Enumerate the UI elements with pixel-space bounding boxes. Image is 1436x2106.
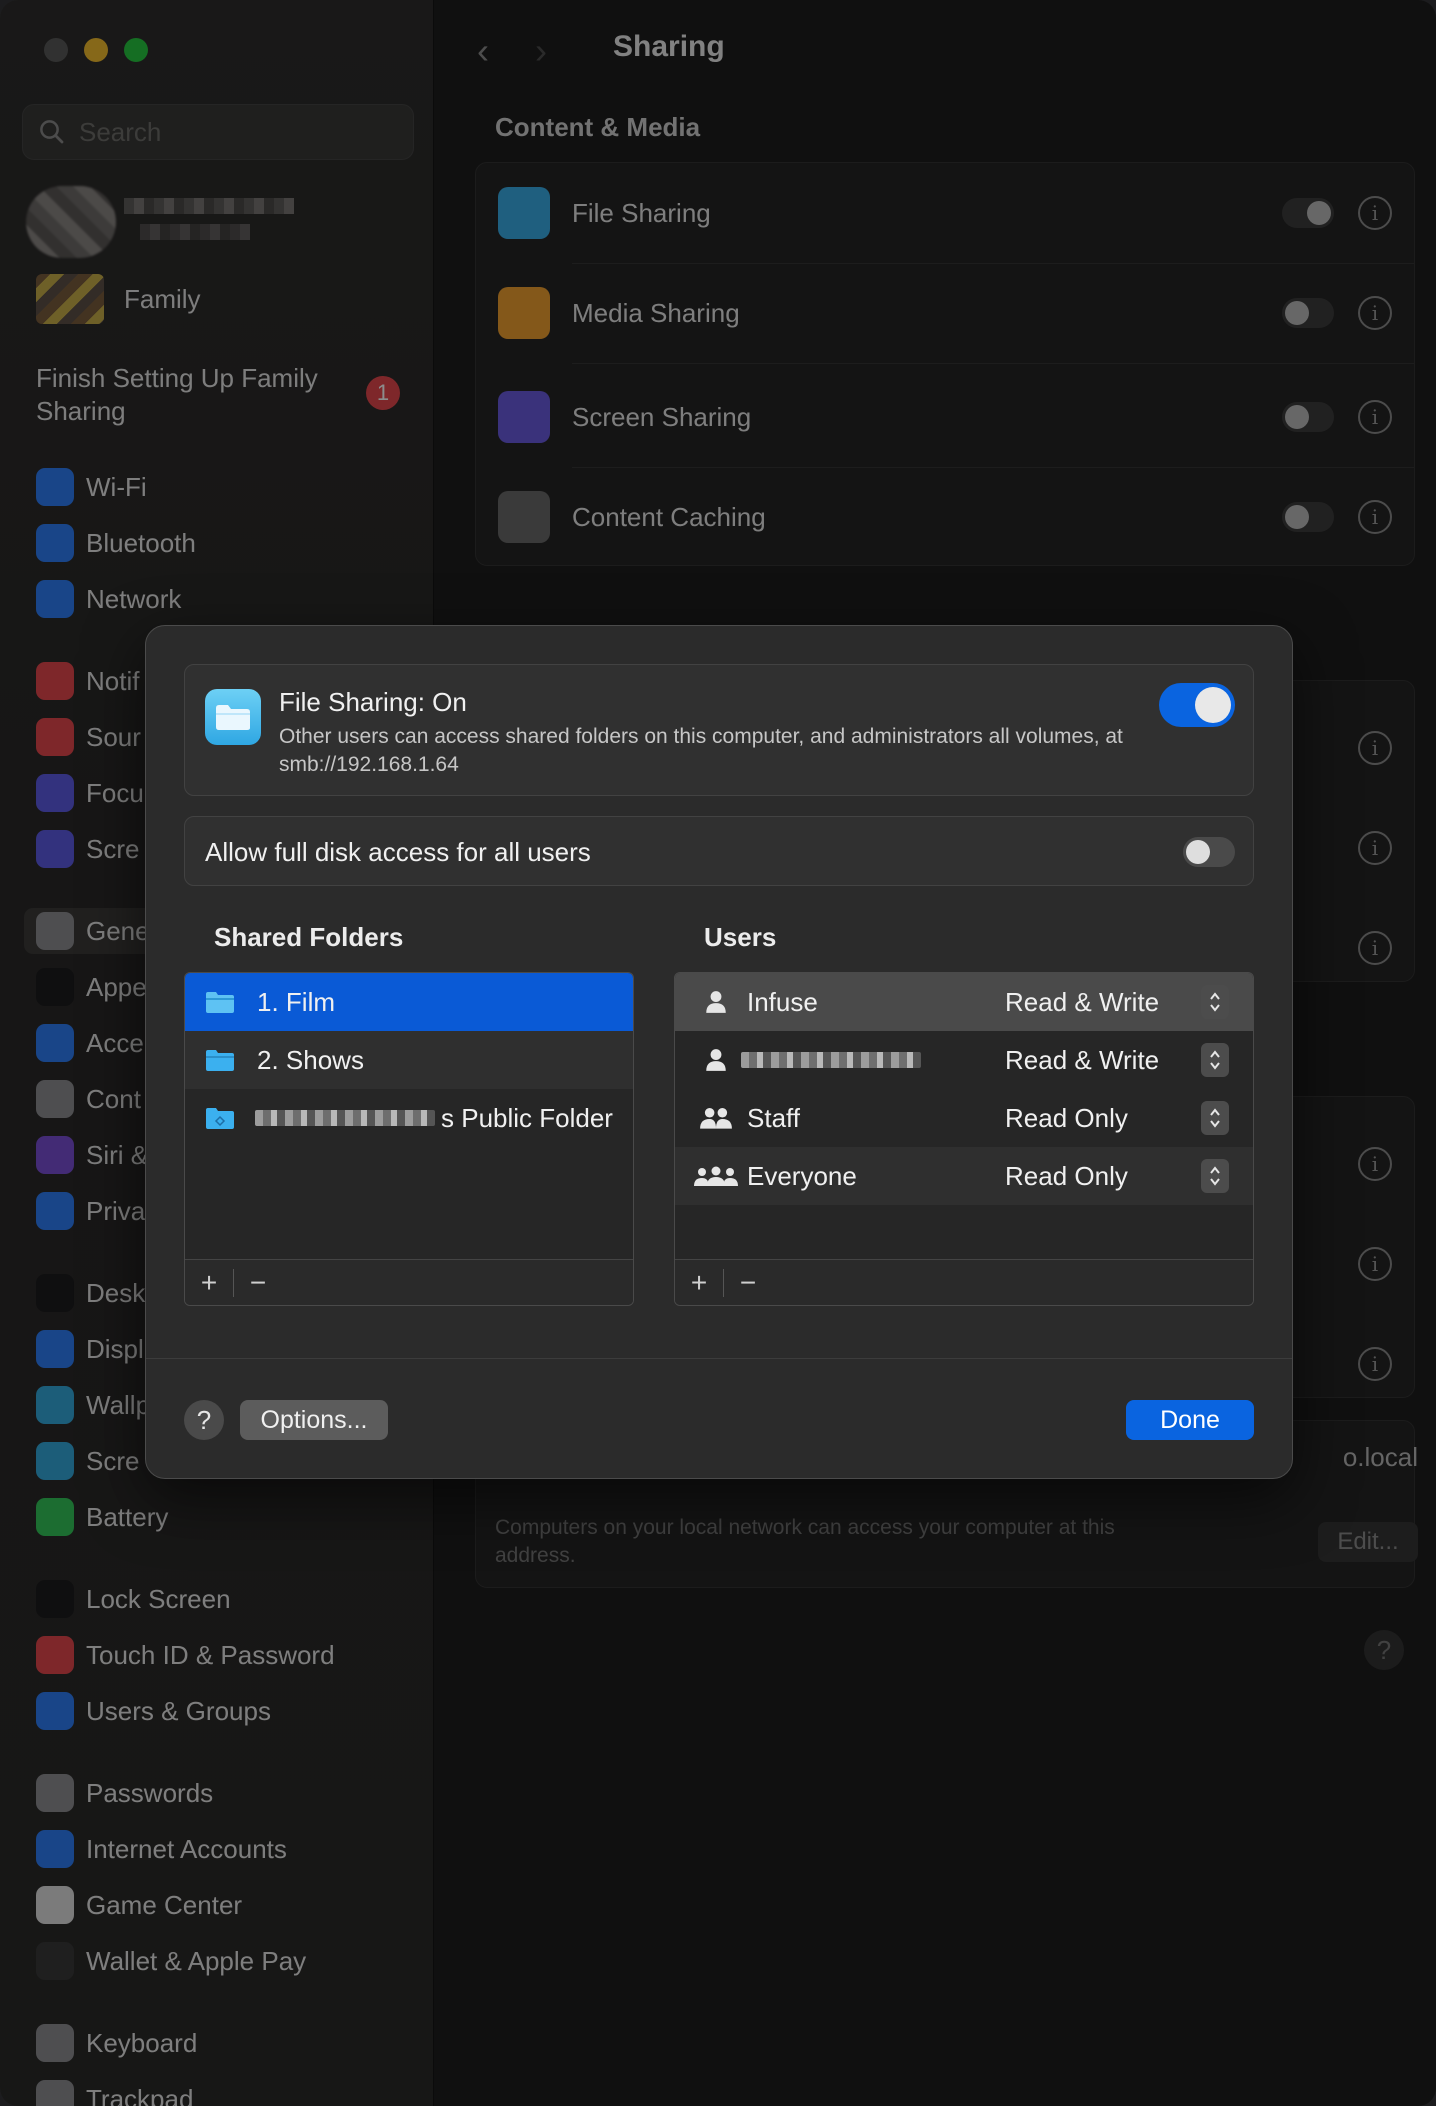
remove-folder-button[interactable]: − <box>234 1260 282 1306</box>
user-row[interactable]: Everyone Read Only <box>675 1147 1253 1205</box>
shared-folders-header: Shared Folders <box>214 922 404 952</box>
user-name: Everyone <box>747 1160 857 1191</box>
permission-label: Read Only <box>1005 1160 1128 1191</box>
file-sharing-status-card: File Sharing: On Other users can access … <box>184 664 1254 796</box>
folders-list-footer: + − <box>185 1259 633 1305</box>
user-row[interactable]: Staff Read Only <box>675 1089 1253 1147</box>
user-name: Staff <box>747 1102 801 1133</box>
options-button[interactable]: Options... <box>240 1400 388 1440</box>
user-icon <box>691 987 741 1017</box>
everyone-icon <box>691 1161 741 1191</box>
help-button[interactable]: ? <box>184 1400 224 1440</box>
permission-stepper-icon[interactable] <box>1201 1159 1229 1193</box>
user-icon <box>691 1045 741 1075</box>
file-sharing-description: Other users can access shared folders on… <box>279 725 1123 776</box>
users-list: Infuse Read & Write Read & Write Staff R… <box>674 972 1254 1306</box>
folder-name: s Public Folder <box>441 1102 613 1133</box>
redacted-username <box>741 1052 921 1068</box>
redacted-username <box>255 1110 435 1126</box>
user-name: Infuse <box>747 986 818 1017</box>
permission-stepper-icon[interactable] <box>1201 1101 1229 1135</box>
divider <box>146 1358 1292 1359</box>
folder-row[interactable]: s Public Folder <box>185 1089 633 1147</box>
shared-folders-list: 1. Film 2. Shows s Public Folder + − <box>184 972 634 1306</box>
users-header: Users <box>704 922 777 952</box>
user-row[interactable]: Read & Write <box>675 1031 1253 1089</box>
done-button[interactable]: Done <box>1126 1400 1254 1440</box>
remove-user-button[interactable]: − <box>724 1260 772 1306</box>
permission-label: Read Only <box>1005 1102 1128 1133</box>
system-settings-window: Search Family Finish Setting Up Family S… <box>0 0 1436 2106</box>
add-folder-button[interactable]: + <box>185 1260 233 1306</box>
folder-row[interactable]: 1. Film <box>185 973 633 1031</box>
file-sharing-toggle[interactable] <box>1159 683 1235 727</box>
file-sharing-sheet: File Sharing: On Other users can access … <box>145 625 1293 1479</box>
permission-label: Read & Write <box>1005 1044 1160 1075</box>
folder-icon <box>206 1050 234 1071</box>
public-folder-icon <box>206 1108 234 1129</box>
users-list-footer: + − <box>675 1259 1253 1305</box>
full-disk-access-toggle[interactable] <box>1183 837 1235 867</box>
folder-name: 1. Film <box>257 986 335 1017</box>
folder-icon <box>205 689 261 745</box>
full-disk-access-label: Allow full disk access for all users <box>205 837 591 867</box>
folder-icon <box>206 992 234 1013</box>
file-sharing-title: File Sharing: On <box>279 687 467 717</box>
permission-stepper-icon[interactable] <box>1201 1043 1229 1077</box>
folder-name: 2. Shows <box>257 1044 364 1075</box>
user-row[interactable]: Infuse Read & Write <box>675 973 1253 1031</box>
permission-stepper-icon[interactable] <box>1201 985 1229 1019</box>
add-user-button[interactable]: + <box>675 1260 723 1306</box>
group-icon <box>691 1103 741 1133</box>
full-disk-access-card: Allow full disk access for all users <box>184 816 1254 886</box>
permission-label: Read & Write <box>1005 986 1160 1017</box>
folder-row[interactable]: 2. Shows <box>185 1031 633 1089</box>
